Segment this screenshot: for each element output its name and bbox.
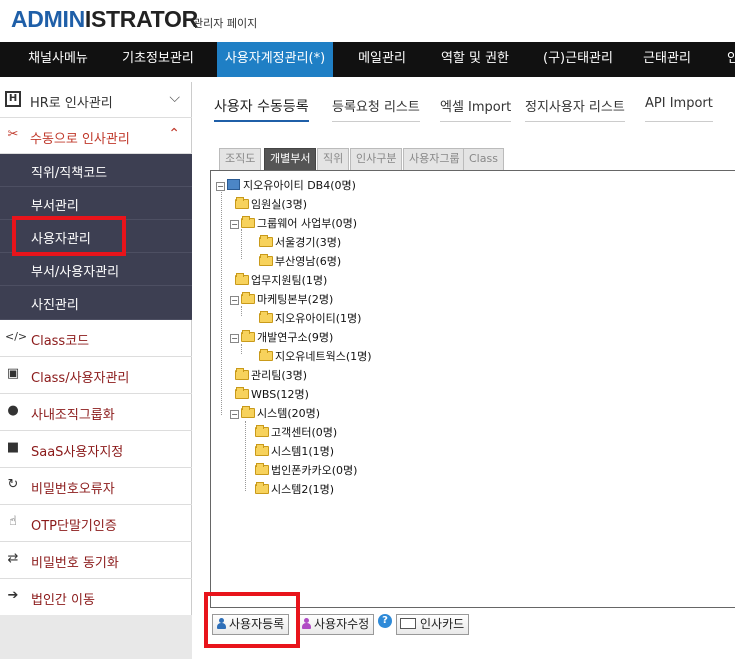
folder-icon (241, 330, 255, 342)
tab-manual-register[interactable]: 사용자 수동등록 (214, 96, 309, 122)
tree-node[interactable]: − 그룹웨어 사업부(0명) (230, 215, 357, 231)
user-card-icon: ▣ (6, 366, 20, 381)
sidebar-item[interactable]: ➔ 법인간 이동 (0, 579, 192, 616)
folder-icon (241, 406, 255, 418)
subtab-dept[interactable]: 개별부서 (264, 148, 317, 170)
highlight-box-users (12, 216, 126, 256)
topnav-item[interactable]: 메일관리 (345, 42, 419, 77)
sidebar: H HR로 인사관리 ⌵ ✂ 수동으로 인사관리 ⌃ 직위/직책코드 부서관리 … (0, 82, 192, 659)
sidebar-item[interactable]: ☝ OTP단말기인증 (0, 505, 192, 542)
folder-icon (235, 368, 249, 380)
subtab-position[interactable]: 직위 (317, 148, 350, 170)
folder-icon (259, 254, 273, 266)
chevron-up-icon: ⌃ (168, 126, 180, 142)
sync-arrows-icon: ⇄ (7, 551, 19, 566)
scissors-icon: ✂ (7, 127, 19, 142)
tree-node[interactable]: 법인폰카카오(0명) (255, 462, 357, 478)
tree-node[interactable]: − 마케팅본부(2명) (230, 291, 333, 307)
folder-icon (235, 387, 249, 399)
sidebar-sub-item[interactable]: 부서/사용자관리 (0, 253, 192, 286)
tab-api-import[interactable]: API Import (645, 96, 713, 122)
subtab-org[interactable]: 조직도 (219, 148, 262, 170)
topnav-item-active[interactable]: 사용자계정관리(*) (217, 42, 333, 77)
tree-node[interactable]: 시스템2(1명) (255, 481, 334, 497)
hand-icon: ☝ (9, 514, 17, 529)
sidebar-item[interactable]: ↻ 비밀번호오류자 (0, 468, 192, 505)
chat-icon: ● (7, 403, 19, 418)
subtab-user-group[interactable]: 사용자그룹 (403, 148, 466, 170)
folder-icon (259, 235, 273, 247)
tab-suspended-users[interactable]: 정지사용자 리스트 (525, 96, 625, 122)
tree-node[interactable]: WBS(12명) (235, 386, 309, 402)
id-card-icon (400, 618, 416, 629)
tree-node[interactable]: − 시스템(20명) (230, 405, 320, 421)
subtab-class[interactable]: Class (463, 148, 504, 170)
hr-card-button[interactable]: 인사카드 (396, 614, 470, 635)
sidebar-footer (0, 615, 192, 659)
topnav-item[interactable]: 역할 및 권한 (430, 42, 520, 77)
org-tree: − 지오유아이티 DB4(0명) 임원실(3명) − 그룹웨어 사업부(0명) 서울… (210, 170, 735, 608)
tree-node[interactable]: 업무지원팀(1명) (235, 272, 327, 288)
chevron-down-icon: ⌵ (169, 90, 180, 106)
computer-icon (227, 179, 240, 190)
code-icon: </> (5, 330, 28, 343)
folder-icon (255, 444, 269, 456)
tree-node[interactable]: 서울경기(3명) (259, 234, 341, 250)
folder-icon (259, 311, 273, 323)
folder-icon (235, 273, 249, 285)
sidebar-item[interactable]: ● 사내조직그룹화 (0, 394, 192, 431)
tree-node[interactable]: 임원실(3명) (235, 196, 307, 212)
refresh-icon: ↻ (7, 477, 19, 492)
subtab-hr-type[interactable]: 인사구분 (350, 148, 403, 170)
tree-node-root[interactable]: − 지오유아이티 DB4(0명) (216, 177, 356, 193)
logo: ADMINISTRATOR (11, 6, 198, 32)
sidebar-item[interactable]: ▣ Class/사용자관리 (0, 357, 192, 394)
folder-icon (259, 349, 273, 361)
arrow-circle-icon: ➔ (7, 588, 19, 603)
folder-icon (241, 292, 255, 304)
sidebar-item[interactable]: </> Class코드 (0, 320, 192, 357)
sidebar-hr[interactable]: H HR로 인사관리 ⌵ (0, 82, 192, 118)
folder-icon (255, 463, 269, 475)
puzzle-icon: ■ (6, 440, 20, 455)
folder-icon (255, 482, 269, 494)
help-icon[interactable]: ? (378, 614, 392, 628)
sidebar-item[interactable]: ■ SaaS사용자지정 (0, 431, 192, 468)
header: ADMINISTRATOR 관리자 페이지 (0, 0, 735, 42)
tab-excel-import[interactable]: 엑셀 Import (440, 96, 512, 122)
folder-icon (235, 197, 249, 209)
tree-node[interactable]: 시스템1(1명) (255, 443, 334, 459)
tree-node[interactable]: 지오유아이티(1명) (259, 310, 361, 326)
hr-icon: H (5, 91, 21, 107)
highlight-box-register (204, 592, 300, 648)
sidebar-sub-item[interactable]: 사진관리 (0, 286, 192, 320)
tree-node[interactable]: 지오유네트웍스(1명) (259, 348, 372, 364)
sidebar-item[interactable]: ⇄ 비밀번호 동기화 (0, 542, 192, 579)
topnav-item[interactable]: 기초정보관리 (112, 42, 204, 77)
tree-node[interactable]: − 개발연구소(9명) (230, 329, 333, 345)
logo-subtitle: 관리자 페이지 (193, 17, 258, 30)
folder-icon (241, 216, 255, 228)
sidebar-manual[interactable]: ✂ 수동으로 인사관리 ⌃ (0, 118, 192, 154)
folder-icon (255, 425, 269, 437)
tab-request-list[interactable]: 등록요청 리스트 (332, 96, 420, 122)
topnav-item[interactable]: (구)근태관리 (533, 42, 623, 77)
topnav-item[interactable]: 인 (718, 42, 735, 77)
tree-node[interactable]: 관리팀(3명) (235, 367, 307, 383)
top-navigation: 채널사메뉴 기초정보관리 사용자계정관리(*) 메일관리 역할 및 권한 (구)… (0, 42, 735, 77)
user-edit-icon (301, 618, 311, 630)
user-edit-button[interactable]: 사용자수정 (297, 614, 375, 635)
topnav-item[interactable]: 채널사메뉴 (14, 42, 102, 77)
tree-node[interactable]: 부산영남(6명) (259, 253, 341, 269)
topnav-item[interactable]: 근태관리 (634, 42, 700, 77)
sidebar-sub-item[interactable]: 직위/직책코드 (0, 154, 192, 187)
tree-node[interactable]: 고객센터(0명) (255, 424, 337, 440)
